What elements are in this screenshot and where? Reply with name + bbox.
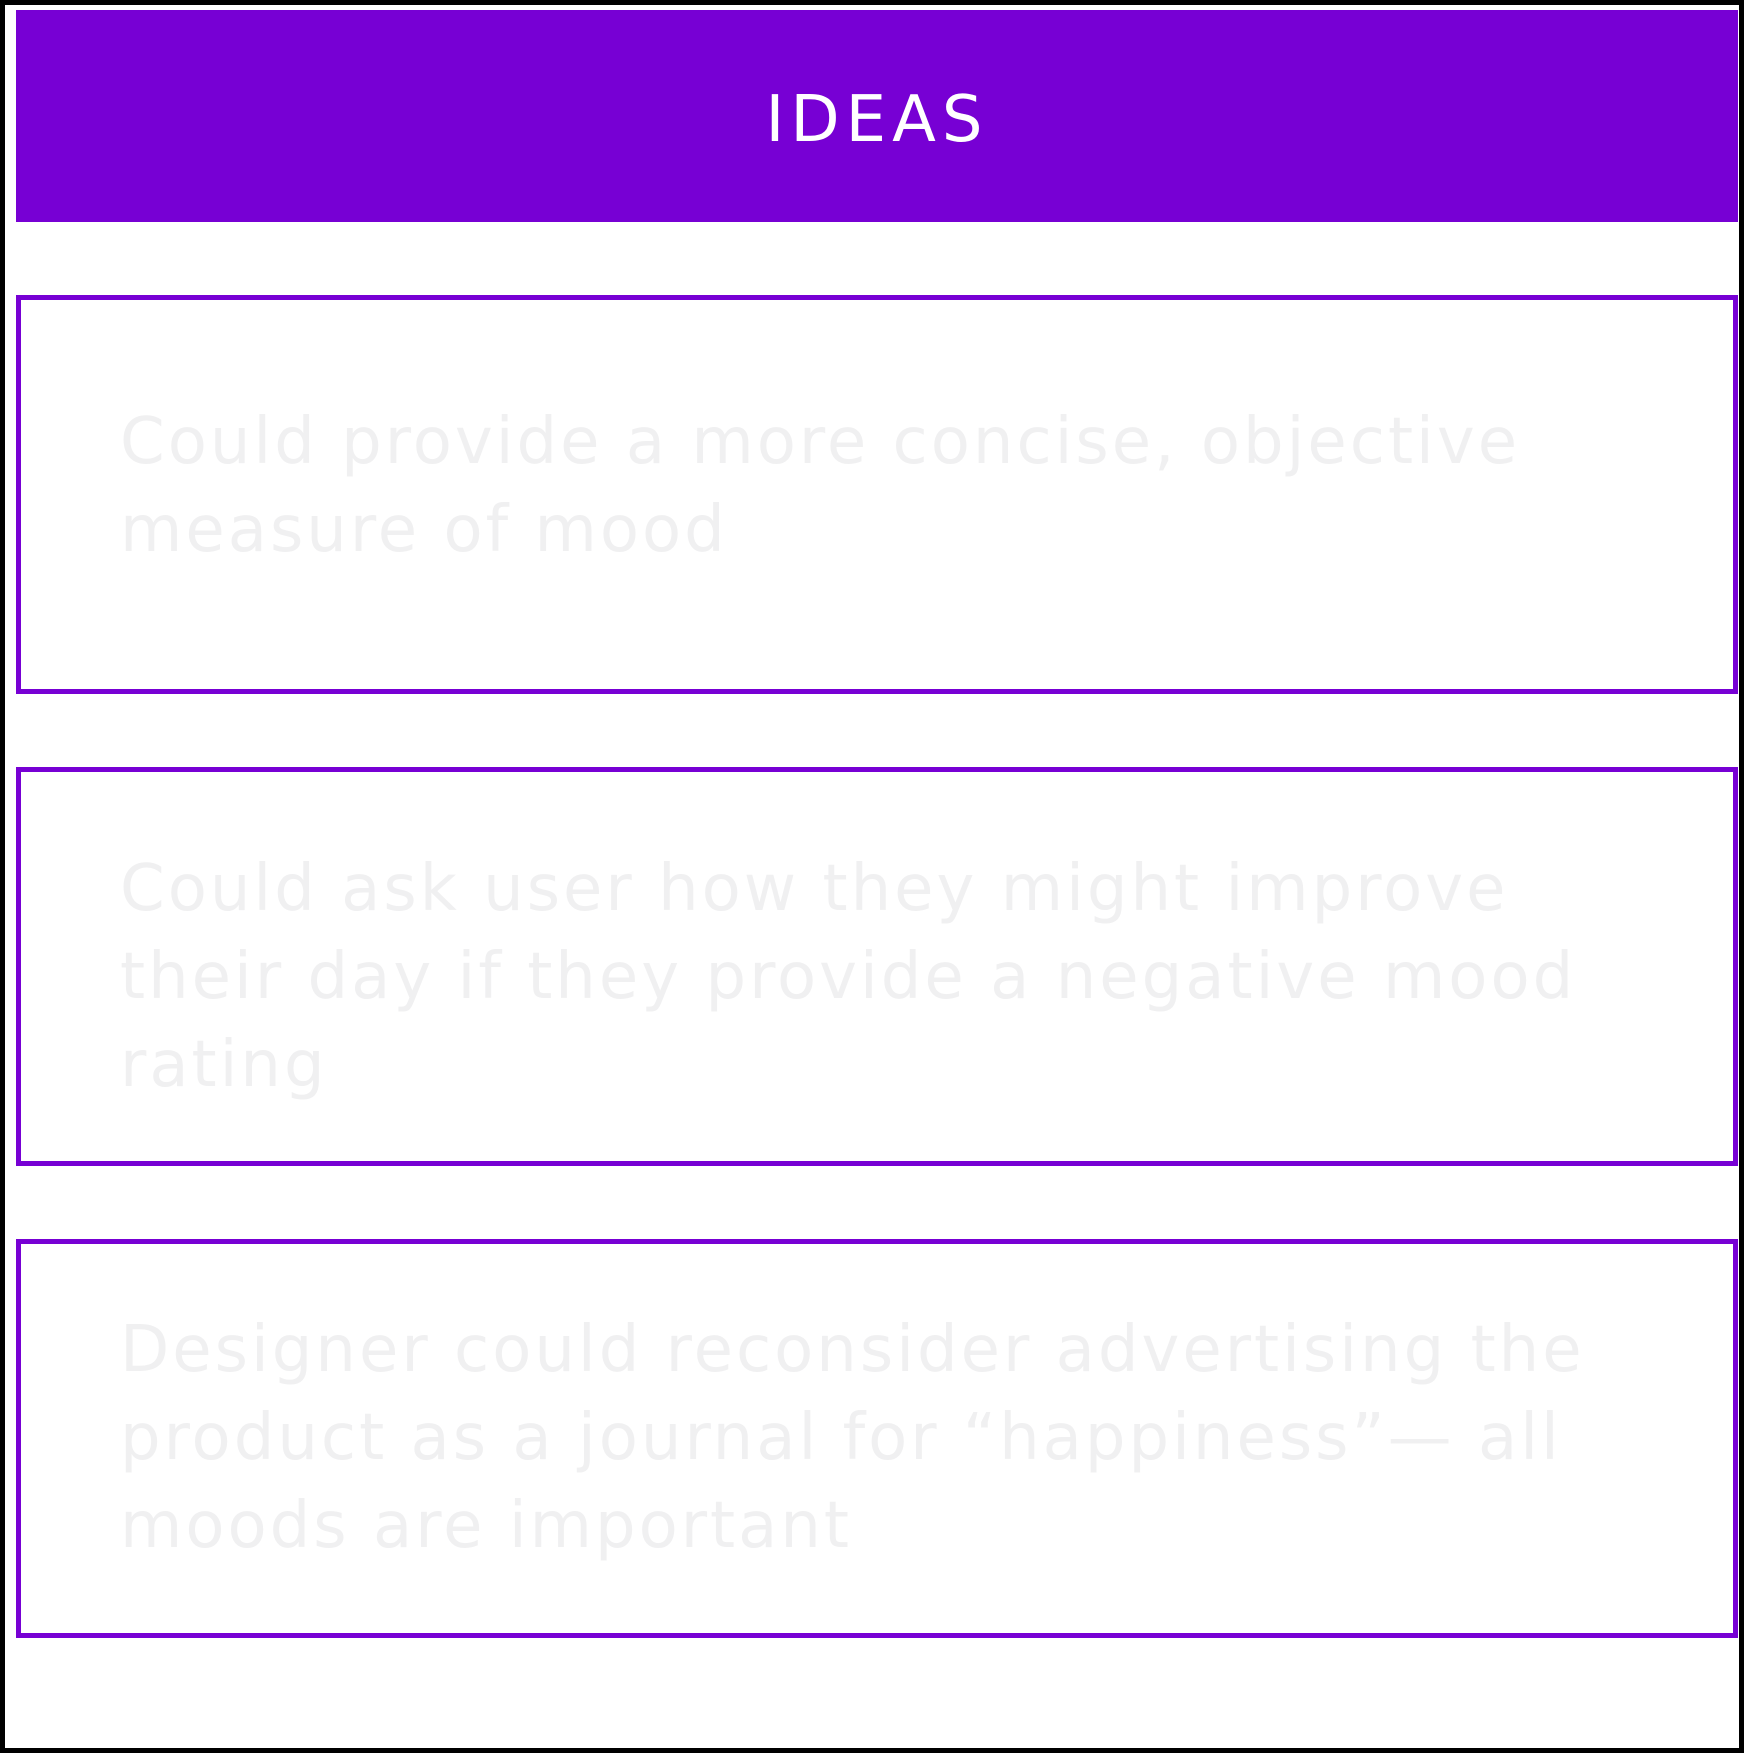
idea-text: Could provide a more concise, objective … <box>120 405 1521 567</box>
idea-card: Designer could reconsider advertising th… <box>16 1239 1738 1638</box>
idea-text: Could ask user how they might improve th… <box>120 852 1577 1102</box>
idea-card: Could ask user how they might improve th… <box>16 767 1738 1166</box>
header-title: IDEAS <box>765 83 989 157</box>
idea-text: Designer could reconsider advertising th… <box>120 1313 1585 1563</box>
idea-card: Could provide a more concise, objective … <box>16 295 1738 694</box>
ideas-header: IDEAS <box>16 10 1738 222</box>
ideas-board: IDEAS Could provide a more concise, obje… <box>0 0 1744 1753</box>
